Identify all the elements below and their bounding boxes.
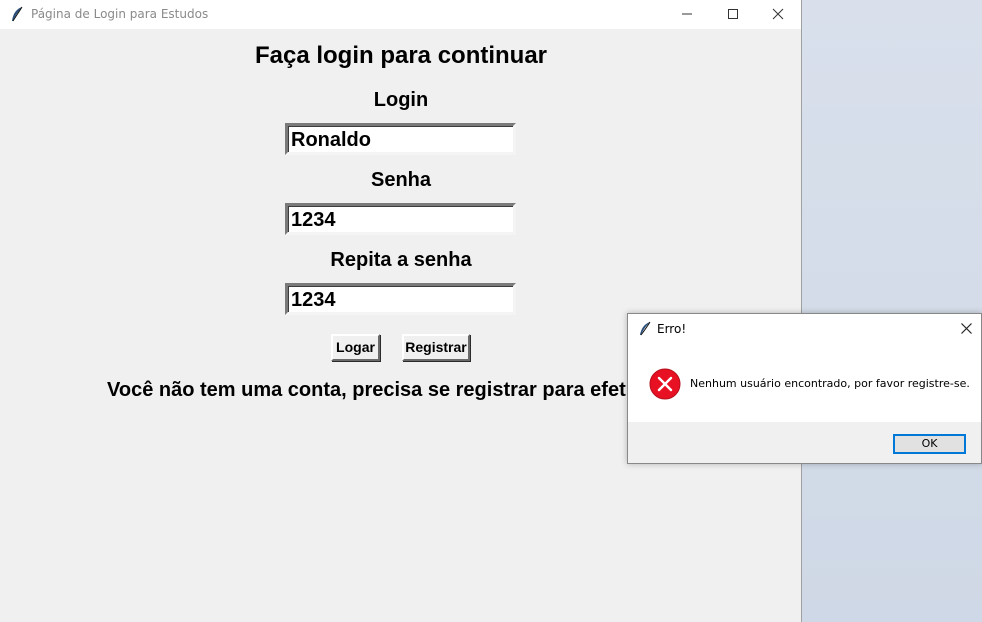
feather-icon xyxy=(639,321,651,336)
register-button[interactable]: Registrar xyxy=(402,334,470,361)
repeat-password-label: Repita a senha xyxy=(330,249,472,271)
password-label: Senha xyxy=(370,169,432,191)
login-label: Login xyxy=(373,89,429,111)
maximize-button[interactable] xyxy=(710,0,756,29)
minimize-button[interactable] xyxy=(664,0,710,29)
close-button[interactable] xyxy=(755,0,801,29)
dialog-message: Nenhum usuário encontrado, por favor reg… xyxy=(690,377,970,390)
feather-icon xyxy=(10,6,24,22)
dialog-footer: OK xyxy=(628,422,981,463)
ok-button[interactable]: OK xyxy=(893,434,966,454)
title-bar[interactable]: Página de Login para Estudos xyxy=(0,0,801,29)
dialog-close-button[interactable] xyxy=(950,314,982,343)
password-input[interactable]: 1234 xyxy=(285,203,516,235)
login-window: Página de Login para Estudos Faça login … xyxy=(0,0,802,622)
dialog-title: Erro! xyxy=(657,322,687,336)
page-title: Faça login para continuar xyxy=(254,42,548,69)
login-button[interactable]: Logar xyxy=(331,334,380,361)
window-title: Página de Login para Estudos xyxy=(31,7,209,21)
login-input[interactable]: Ronaldo xyxy=(285,123,516,155)
desktop-background xyxy=(802,0,982,622)
error-dialog: Erro! Nenhum usuário encontrado, por fav… xyxy=(627,313,982,464)
error-icon xyxy=(649,368,681,400)
repeat-password-input[interactable]: 1234 xyxy=(285,283,516,315)
